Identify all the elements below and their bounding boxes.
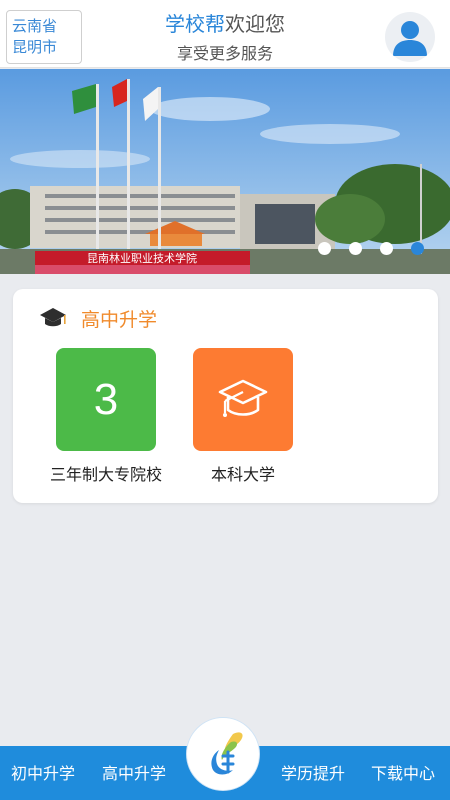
graduation-cap-icon xyxy=(40,308,66,327)
app-header: 云南省 昆明市 学校帮欢迎您 享受更多服务 xyxy=(0,0,450,68)
tile-number: 3 xyxy=(93,374,119,424)
nav-item-download-center[interactable]: 下载中心 xyxy=(371,764,435,784)
carousel-dot[interactable] xyxy=(318,242,331,255)
carousel-dot-active[interactable] xyxy=(411,242,424,255)
center-home-button[interactable] xyxy=(187,718,259,790)
user-avatar-button[interactable] xyxy=(385,12,435,62)
undergraduate-university-tile[interactable] xyxy=(193,348,293,451)
nav-item-junior-high[interactable]: 初中升学 xyxy=(11,764,75,784)
user-avatar-icon xyxy=(393,21,427,56)
banner-carousel[interactable]: 昆南林业职业技术学院 xyxy=(0,69,450,274)
three-year-college-label[interactable]: 三年制大专院校 xyxy=(41,461,171,485)
welcome-text: 欢迎您 xyxy=(225,12,285,36)
graduation-cap-icon xyxy=(218,379,268,417)
nav-item-senior-high[interactable]: 高中升学 xyxy=(102,764,166,784)
undergraduate-university-label[interactable]: 本科大学 xyxy=(193,461,293,485)
section-header: 高中升学 xyxy=(39,303,157,333)
app-logo-icon xyxy=(211,732,243,775)
carousel-indicators xyxy=(318,242,424,256)
three-year-college-tile[interactable]: 3 xyxy=(56,348,156,451)
section-title: 高中升学 xyxy=(81,308,158,331)
banner-sign-text: 昆南林业职业技术学院 xyxy=(87,251,197,265)
carousel-dot[interactable] xyxy=(349,242,362,255)
carousel-dot[interactable] xyxy=(380,242,393,255)
high-school-section-card: 高中升学 3 三年制大专院校 本科大学 xyxy=(13,289,438,503)
page-subtitle: 享受更多服务 xyxy=(176,44,273,63)
page-title: 学校帮欢迎您 xyxy=(0,12,450,36)
nav-item-education-upgrade[interactable]: 学历提升 xyxy=(281,764,345,784)
brand-name: 学校帮 xyxy=(165,12,225,36)
